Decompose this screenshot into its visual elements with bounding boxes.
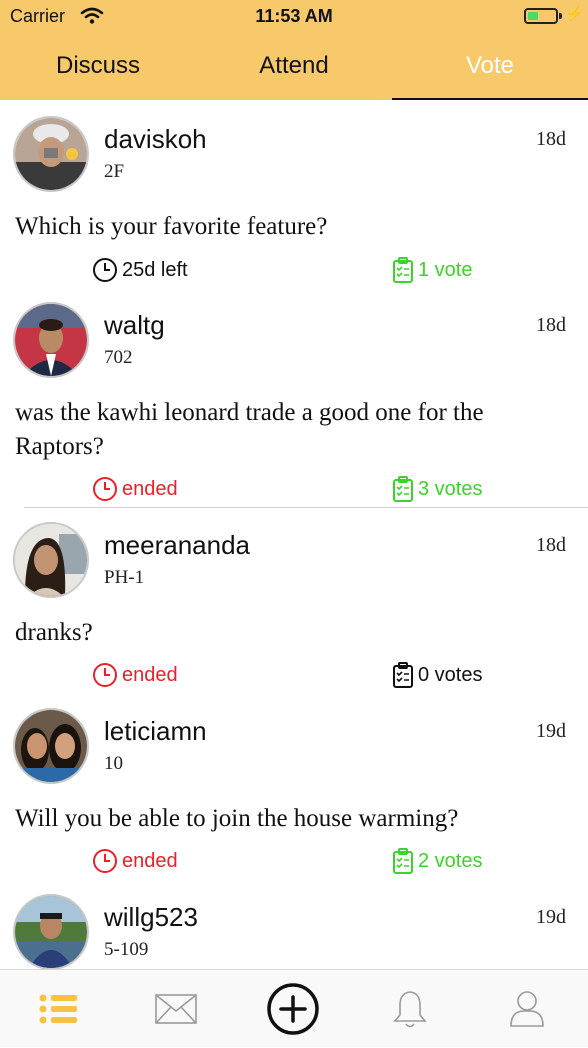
battery-level [528, 12, 538, 20]
unit-number: 5-109 [104, 939, 149, 960]
poll-question[interactable]: dranks? [15, 616, 575, 650]
poll-post: leticiamn 10 19d Will you be able to joi… [0, 692, 588, 878]
clock-icon [93, 663, 117, 687]
unit-number: 702 [104, 347, 133, 368]
nav-create[interactable] [234, 970, 351, 1048]
tab-bar: Discuss Attend Vote [0, 34, 588, 100]
poll-post: meerananda PH-1 18d dranks? ended 0 vote… [0, 506, 588, 692]
username[interactable]: leticiamn [104, 716, 207, 747]
clipboard-icon [393, 848, 413, 874]
status-bar: Carrier 11:53 AM ⚡ [0, 0, 588, 34]
nav-feed[interactable] [0, 970, 117, 1048]
battery-icon [524, 8, 558, 24]
clipboard-icon [393, 257, 413, 283]
tab-vote[interactable]: Vote [392, 34, 588, 98]
add-circle-icon [266, 983, 319, 1035]
time-remaining-label: ended [122, 477, 178, 500]
poll-question[interactable]: was the kawhi leonard trade a good one f… [15, 396, 575, 464]
avatar[interactable] [13, 522, 89, 598]
poll-post: willg523 5-109 19d [0, 878, 588, 969]
poll-question[interactable]: Which is your favorite feature? [15, 210, 575, 244]
time-remaining-label: ended [122, 663, 178, 686]
unit-number: 10 [104, 753, 123, 774]
tab-discuss[interactable]: Discuss [0, 34, 196, 98]
nav-messages[interactable] [117, 970, 234, 1048]
clipboard-icon [393, 476, 413, 502]
vote-count-label: 1 vote [418, 258, 473, 281]
vote-count-label: 2 votes [418, 849, 483, 872]
tab-attend[interactable]: Attend [196, 34, 392, 98]
poll-feed[interactable]: daviskoh 2F 18d Which is your favorite f… [0, 100, 588, 969]
poll-post: daviskoh 2F 18d Which is your favorite f… [0, 100, 588, 286]
bell-icon [392, 991, 427, 1028]
clock-icon [93, 849, 117, 873]
username[interactable]: waltg [104, 310, 165, 341]
clock-icon [93, 477, 117, 501]
post-age: 18d [536, 128, 566, 150]
vote-count[interactable]: 1 vote [392, 256, 472, 284]
vote-count-label: 3 votes [418, 477, 483, 500]
vote-count-label: 0 votes [418, 663, 483, 686]
time-remaining: 25d left [92, 256, 188, 284]
username[interactable]: willg523 [104, 902, 198, 933]
time-remaining: ended [92, 847, 178, 875]
vote-count[interactable]: 0 votes [392, 661, 482, 689]
post-age: 19d [536, 720, 566, 742]
charging-icon: ⚡ [566, 5, 584, 21]
avatar[interactable] [13, 894, 89, 969]
poll-post: waltg 702 18d was the kawhi leonard trad… [0, 286, 588, 502]
username[interactable]: meerananda [104, 530, 250, 561]
vote-count[interactable]: 2 votes [392, 847, 482, 875]
clock-icon [93, 258, 117, 282]
avatar[interactable] [13, 116, 89, 192]
avatar[interactable] [13, 302, 89, 378]
time-remaining: ended [92, 475, 178, 503]
unit-number: 2F [104, 161, 125, 182]
time-remaining: ended [92, 661, 178, 689]
unit-number: PH-1 [104, 567, 145, 588]
nav-notifications[interactable] [351, 970, 468, 1048]
nav-profile[interactable] [468, 970, 585, 1048]
bottom-nav [0, 969, 588, 1047]
time-remaining-label: 25d left [122, 258, 188, 281]
vote-count[interactable]: 3 votes [392, 475, 482, 503]
post-age: 18d [536, 314, 566, 336]
username[interactable]: daviskoh [104, 124, 207, 155]
time-remaining-label: ended [122, 849, 178, 872]
post-age: 19d [536, 906, 566, 928]
poll-question[interactable]: Will you be able to join the house warmi… [15, 802, 575, 836]
clipboard-icon [393, 662, 413, 688]
profile-icon [509, 991, 544, 1027]
list-icon [39, 994, 77, 1024]
mail-icon [154, 994, 197, 1024]
post-age: 18d [536, 534, 566, 556]
avatar[interactable] [13, 708, 89, 784]
status-time: 11:53 AM [255, 6, 333, 26]
battery-tip [559, 13, 562, 19]
